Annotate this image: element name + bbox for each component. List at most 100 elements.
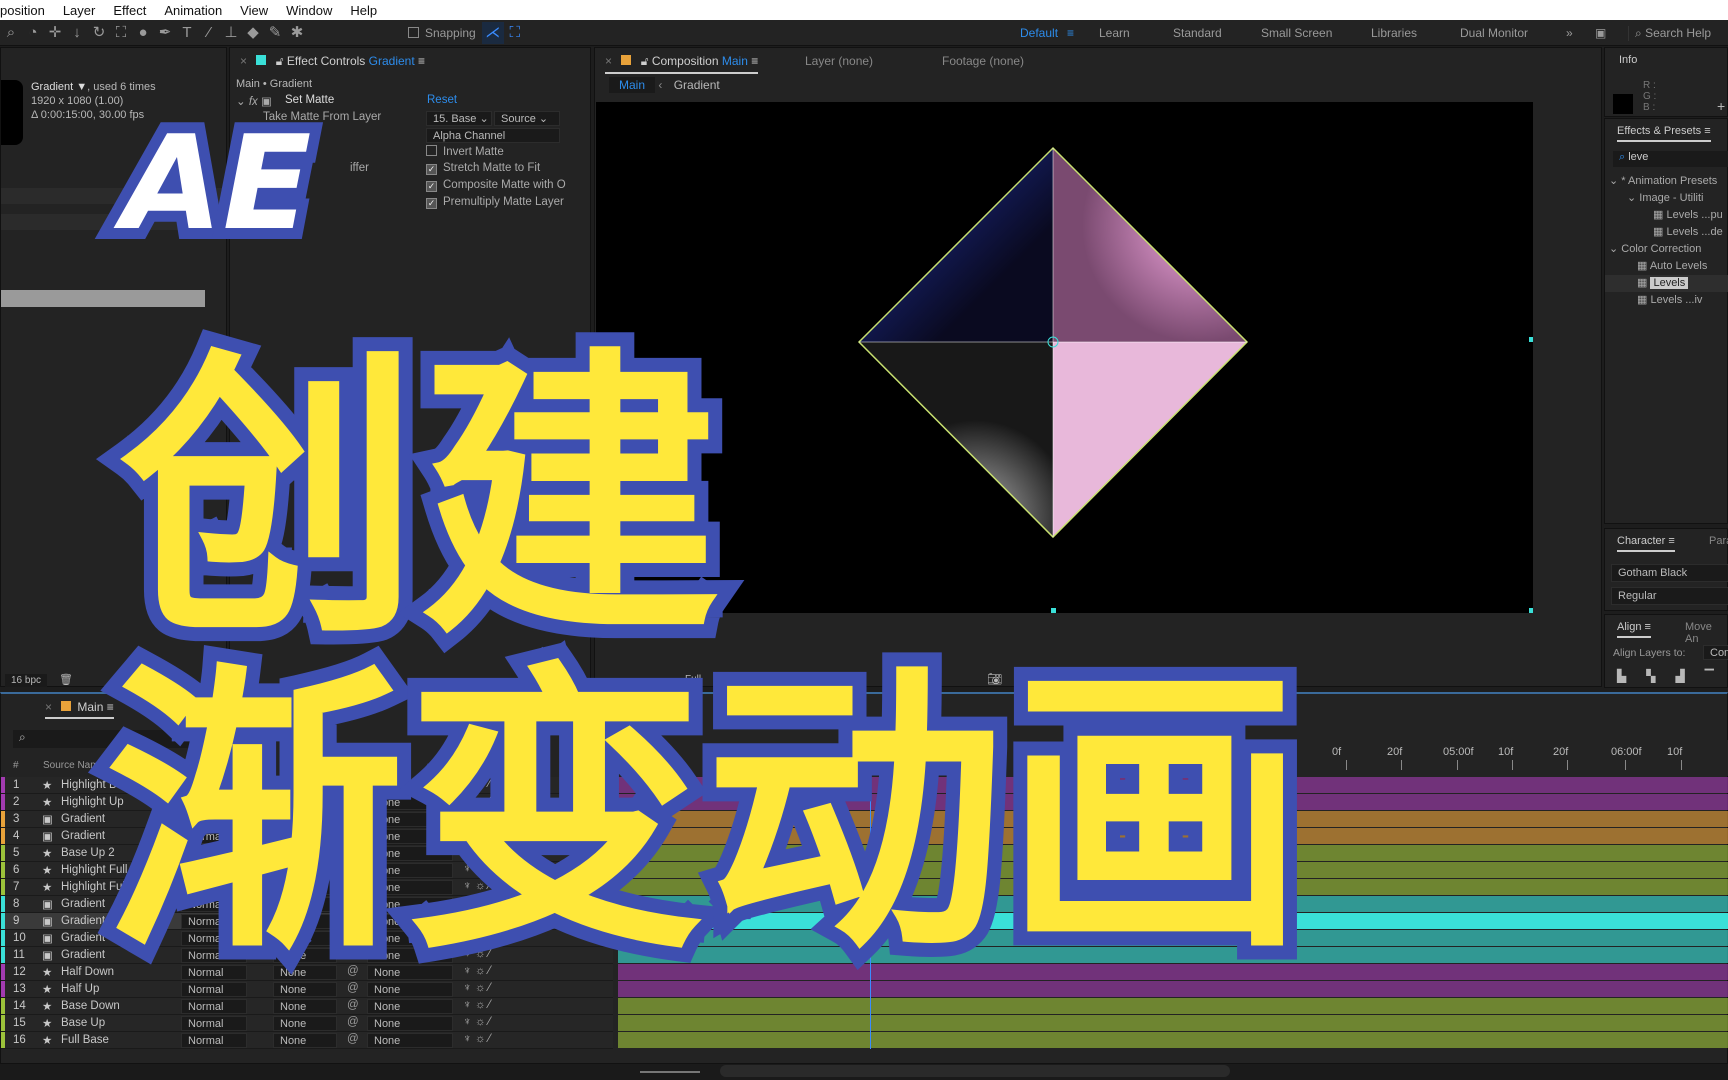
layer-duration-bar[interactable] [618, 1015, 1728, 1031]
composition-viewer[interactable] [596, 102, 1534, 613]
clone-stamp-icon[interactable]: ⊥ [220, 22, 242, 44]
handle-right[interactable] [1529, 337, 1534, 342]
mode-dropdown[interactable]: Normal [181, 999, 247, 1014]
snap-edges-icon[interactable]: ⋌ [481, 21, 504, 44]
col-source-name[interactable]: Source Name [43, 760, 104, 771]
mode-dropdown[interactable]: Normal [181, 1016, 247, 1031]
layer-switches[interactable]: ♆ ☼ ⁄ [463, 999, 490, 1011]
composite-matte-checkbox[interactable]: ✓ Composite Matte with O [426, 179, 566, 192]
stretch-matte-checkbox[interactable]: ✓ Stretch Matte to Fit [426, 162, 540, 175]
layer-duration-bar[interactable] [618, 1032, 1728, 1048]
brush-tool-icon[interactable]: ⁄ [198, 22, 220, 44]
pickwhip-icon[interactable]: @ [347, 999, 359, 1011]
workspace-learn[interactable]: Learn [1099, 26, 1130, 40]
menu-animation[interactable]: Animation [164, 3, 222, 18]
pen-tool-icon[interactable]: ✒ [154, 22, 176, 44]
premultiply-checkbox[interactable]: ✓ Premultiply Matte Layer [426, 196, 564, 209]
panel-menu-icon[interactable]: ≡ [751, 54, 758, 68]
workspace-standard[interactable]: Standard [1173, 26, 1222, 40]
parent-dropdown[interactable]: None [367, 999, 453, 1014]
search-help[interactable]: ⌕ Search Help [1628, 26, 1711, 41]
parent-dropdown[interactable]: None [367, 1016, 453, 1031]
track-matte-dropdown[interactable]: None [273, 999, 337, 1014]
label-color[interactable] [1, 1015, 5, 1031]
workspace-default[interactable]: Default [1020, 26, 1058, 40]
use-for-matte-dropdown[interactable]: Alpha Channel [426, 128, 560, 143]
sync-settings-icon[interactable]: ▣ [1595, 26, 1606, 40]
pickwhip-icon[interactable]: @ [347, 1016, 359, 1028]
ellipse-tool-icon[interactable]: ● [132, 22, 154, 44]
label-color[interactable] [1, 930, 5, 946]
more-workspaces-icon[interactable]: » [1566, 26, 1573, 40]
invert-matte-checkbox[interactable]: Invert Matte [426, 145, 504, 158]
zoom-slider[interactable] [640, 1071, 700, 1073]
workspace-libraries[interactable]: Libraries [1371, 26, 1417, 40]
layer-duration-bar[interactable] [618, 998, 1728, 1014]
label-color[interactable] [1, 896, 5, 912]
zoom-tool-icon[interactable]: ⌕ [0, 22, 22, 44]
menu-help[interactable]: Help [350, 3, 377, 18]
paragraph-tab[interactable]: Para [1709, 535, 1728, 547]
menu-window[interactable]: Window [286, 3, 332, 18]
font-style-dropdown[interactable]: Regular [1611, 587, 1728, 605]
dolly-tool-icon[interactable]: ↓ [66, 22, 88, 44]
layer-name[interactable]: Full Base [61, 1034, 181, 1046]
label-color[interactable] [1, 828, 5, 844]
effects-presets-title[interactable]: Effects & Presets [1617, 125, 1701, 137]
layer-tab[interactable]: Layer (none) [805, 54, 873, 68]
effects-search-input[interactable]: ⌕ leve [1613, 151, 1728, 167]
effects-tree-item[interactable]: ▦ Auto Levels [1605, 258, 1728, 275]
close-tab-icon[interactable]: × [605, 54, 612, 68]
handle-bottom-right[interactable] [1529, 608, 1534, 613]
label-color[interactable] [1, 998, 5, 1014]
close-tab-icon[interactable]: × [45, 700, 52, 714]
pickwhip-icon[interactable]: @ [347, 1033, 359, 1045]
panel-menu-icon[interactable]: ≡ [418, 54, 425, 68]
workspace-menu-icon[interactable]: ≡ [1067, 26, 1074, 40]
mode-dropdown[interactable]: Normal [181, 1033, 247, 1048]
snap-features-icon[interactable]: ⛶ [504, 22, 526, 44]
puppet-pin-icon[interactable]: ✱ [286, 22, 308, 44]
layer-name[interactable]: Base Up [61, 1017, 181, 1029]
timeline-scrollbar[interactable] [720, 1065, 1230, 1077]
parent-dropdown[interactable]: None [367, 1033, 453, 1048]
reset-link[interactable]: Reset [427, 94, 457, 106]
layer-row[interactable]: 16 ★ Full Base Normal None @ None ♆ ☼ ⁄ [1, 1032, 613, 1049]
align-buttons[interactable]: ▙▚▟▔ [1617, 669, 1728, 683]
layer-row[interactable]: 15 ★ Base Up Normal None @ None ♆ ☼ ⁄ [1, 1015, 613, 1032]
workspace-small-screen[interactable]: Small Screen [1261, 26, 1332, 40]
twirl-icon[interactable]: ⌄ fx ▣ [236, 94, 272, 108]
label-color[interactable] [1, 947, 5, 963]
track-matte-dropdown[interactable]: None [273, 1016, 337, 1031]
layer-switches[interactable]: ♆ ☼ ⁄ [463, 1033, 490, 1045]
footage-tab[interactable]: Footage (none) [942, 54, 1024, 68]
project-item-selected[interactable] [1, 290, 205, 307]
bpc-button[interactable]: 16 bpc [5, 674, 48, 687]
label-color[interactable] [1, 913, 5, 929]
effects-tree-item[interactable]: ⌄ Image - Utiliti [1605, 190, 1728, 207]
handle-bottom[interactable] [1051, 608, 1056, 613]
label-color[interactable] [1, 964, 5, 980]
menu-layer[interactable]: Layer [63, 3, 96, 18]
label-color[interactable] [1, 981, 5, 997]
timeline-tab[interactable]: Main [77, 700, 103, 714]
snapping-checkbox[interactable]: Snapping [408, 26, 476, 40]
pan-tool-icon[interactable]: ✛ [44, 22, 66, 44]
label-color[interactable] [1, 862, 5, 878]
matte-source-dropdown[interactable]: Source ⌄ [494, 111, 560, 126]
rotate-tool-icon[interactable]: ↻ [88, 22, 110, 44]
breadcrumb-main[interactable]: Main [609, 77, 656, 93]
character-title[interactable]: Character [1617, 535, 1665, 547]
orbit-tool-icon[interactable]: ◔ [22, 22, 44, 44]
effects-tree-item[interactable]: ▦ Levels [1605, 275, 1728, 292]
lock-icon[interactable]: 🔓︎ [276, 54, 284, 68]
pan-behind-tool-icon[interactable]: ⛶ [110, 22, 132, 44]
menu-effect[interactable]: Effect [113, 3, 146, 18]
label-color[interactable] [1, 879, 5, 895]
eraser-tool-icon[interactable]: ◆ [242, 22, 264, 44]
type-tool-icon[interactable]: T [176, 22, 198, 44]
move-anchor-tab[interactable]: Move An [1685, 621, 1727, 645]
info-title[interactable]: Info [1619, 54, 1637, 66]
label-color[interactable] [1, 811, 5, 827]
label-color[interactable] [1, 794, 5, 810]
